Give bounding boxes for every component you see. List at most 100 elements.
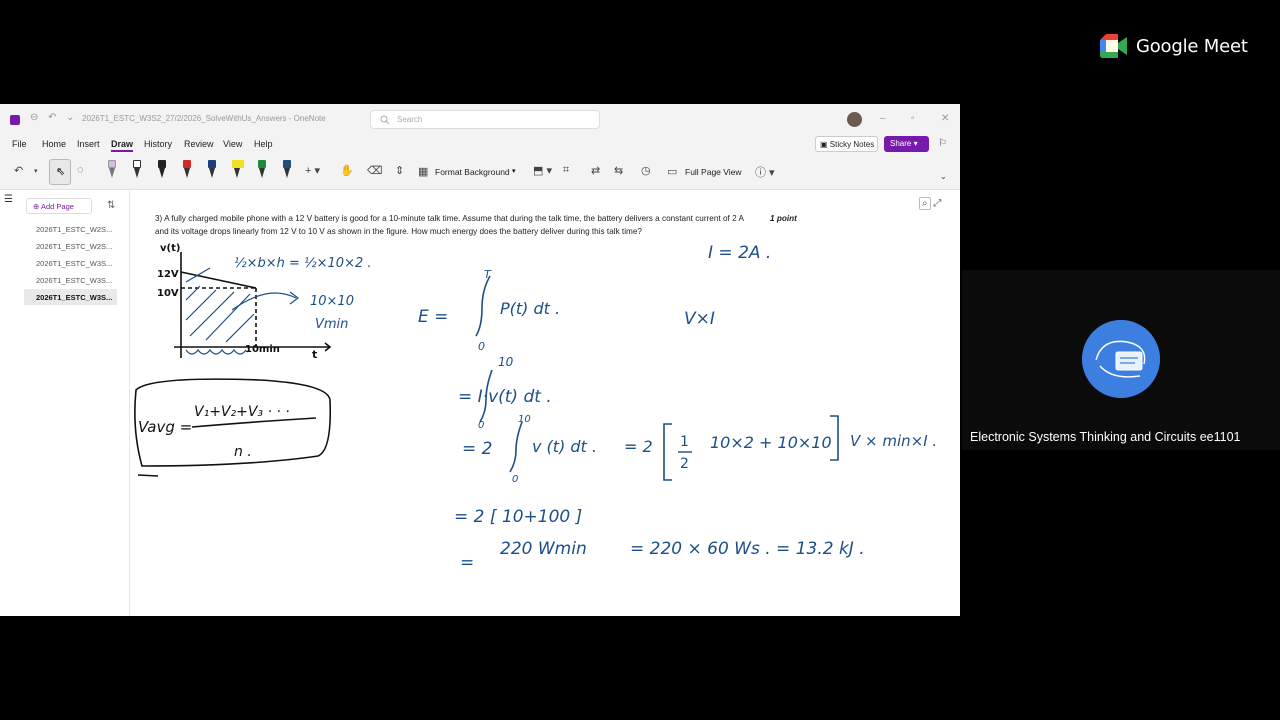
search-input[interactable]: Search <box>370 110 600 129</box>
draw-ribbon: ↶ ▾ ⇖ ◌ + ▾ ✋ ⌫ ⇕ ▦ Format Background ▾ … <box>0 154 960 190</box>
energy-line-2: = I·v(t) dt . <box>458 387 552 407</box>
energy-line-5b: 220 Wmin <box>500 539 587 559</box>
navigation-toggle-icon[interactable]: ☰ <box>4 194 13 205</box>
menu-help[interactable]: Help <box>254 139 273 149</box>
onenote-app-icon <box>10 115 20 125</box>
integral-upper-10: 10 <box>498 355 514 369</box>
vavg-denominator: n . <box>234 444 252 460</box>
undo-icon[interactable]: ↶ <box>14 164 23 177</box>
minimize-icon[interactable]: – <box>880 113 886 124</box>
integral-sign-3 <box>509 421 523 473</box>
hand-icon[interactable]: ✋ <box>340 164 354 177</box>
participant-avatar <box>1082 320 1160 398</box>
figure-y-label: v(t) <box>160 243 180 254</box>
energy-eq: E = <box>418 307 448 327</box>
menu-home[interactable]: Home <box>42 139 66 149</box>
energy-line-3a: = 2 <box>462 439 492 459</box>
format-background-label: Format Background <box>435 167 510 177</box>
integral-upper-T: T <box>484 268 492 281</box>
add-pen-icon[interactable]: + ▾ <box>305 164 320 177</box>
screen: Google Meet Electronic Systems Thinking … <box>0 0 1280 720</box>
sticky-notes-icon: ▣ <box>820 140 828 149</box>
page-item[interactable]: 2026T1_ESTC_W3S... <box>24 272 117 288</box>
page-item[interactable]: 2026T1_ESTC_W2S... <box>24 221 117 237</box>
chevron-down-icon: ▾ <box>913 139 918 148</box>
back-icon[interactable]: ⊖ <box>30 112 38 123</box>
close-icon[interactable]: ✕ <box>941 113 949 124</box>
menu-review[interactable]: Review <box>184 139 214 149</box>
maximize-icon[interactable]: ▫ <box>911 113 915 124</box>
ink-to-math-icon[interactable]: ⇆ <box>614 164 623 177</box>
integral-3-upper-10: 10 <box>518 414 531 425</box>
figure-t-label: t <box>312 348 317 361</box>
profile-avatar[interactable] <box>847 112 862 127</box>
replay-icon[interactable]: ◷ <box>641 164 651 177</box>
menu-history[interactable]: History <box>144 139 172 149</box>
participant-tile[interactable]: Electronic Systems Thinking and Circuits… <box>962 270 1280 450</box>
rect-area: 10×10 <box>310 294 354 309</box>
share-button[interactable]: Share ▾ <box>884 136 929 152</box>
pen-black[interactable] <box>156 158 168 186</box>
highlighter-yellow[interactable] <box>231 158 245 186</box>
pen-gray[interactable] <box>106 158 118 186</box>
integral-lower-0: 0 <box>478 340 485 353</box>
menu-file[interactable]: File <box>12 139 27 149</box>
eraser-icon[interactable]: ⌫ <box>367 164 383 177</box>
expand-ribbon-icon[interactable]: ⌄ <box>940 172 947 181</box>
sticky-notes-button[interactable]: ▣ Sticky Notes <box>815 136 878 152</box>
shapes-icon[interactable]: ⬒ ▾ <box>533 164 552 177</box>
background-icon: ▦ <box>418 166 429 178</box>
bracket-left <box>663 423 672 481</box>
pen-dark-blue[interactable] <box>281 158 293 186</box>
add-page-label: Add Page <box>40 202 74 211</box>
figure-10v-label: 10V <box>157 288 179 299</box>
format-background-button[interactable]: ▦ Format Background ▾ <box>418 162 524 182</box>
document-title: 2026T1_ESTC_W3S2_27/2/2026_SolveWithUs_A… <box>82 114 326 123</box>
page-item[interactable]: 2026T1_ESTC_W2S... <box>24 238 117 254</box>
title-bar: ⊖ ↶ ⌄ 2026T1_ESTC_W3S2_27/2/2026_SolveWi… <box>0 104 960 134</box>
undo-icon[interactable]: ↶ <box>48 112 56 123</box>
lasso-icon[interactable]: ◌ <box>77 164 84 176</box>
half-denominator: 2 <box>680 456 689 472</box>
energy-line-5a: = <box>460 553 474 573</box>
area-formula: ½×b×h = ½×10×2 . <box>234 256 372 271</box>
full-page-view-button[interactable]: ▭ Full Page View <box>667 162 747 182</box>
page-item-selected[interactable]: 2026T1_ESTC_W3S... <box>24 289 117 305</box>
pen-navy[interactable] <box>206 158 218 186</box>
google-meet-logo-icon <box>1100 34 1128 58</box>
select-tool-button[interactable]: ⇖ <box>49 159 71 185</box>
integral-2-lower-0: 0 <box>478 420 484 431</box>
insert-space-icon[interactable]: ⇕ <box>395 164 404 177</box>
integral-sign-1 <box>475 275 491 337</box>
energy-line-3e: V × min×I . <box>850 432 937 450</box>
menu-view[interactable]: View <box>223 139 242 149</box>
menu-draw[interactable]: Draw <box>111 139 134 152</box>
add-page-icon: ⊕ <box>33 202 41 211</box>
current-value: I = 2A . <box>708 243 771 263</box>
ink-to-shape-icon[interactable]: ⌗ <box>563 164 569 177</box>
google-meet-brand-text: Google Meet <box>1136 35 1248 57</box>
quick-access-icon[interactable]: ⌄ <box>66 112 74 123</box>
note-canvas[interactable]: 3) A fully charged mobile phone with a 1… <box>130 190 960 616</box>
energy-line-3c: = 2 <box>624 437 653 456</box>
figure-12v-label: 12V <box>157 269 179 280</box>
feedback-icon[interactable]: ⚐ <box>938 138 947 149</box>
ink-layer: v(t) 12V 10V 10min t ½×b×h = ½×10×2 . 10… <box>134 243 937 573</box>
cursor-icon: ⇖ <box>56 166 66 178</box>
ink-to-text-icon[interactable]: ⇄ <box>591 164 600 177</box>
sort-icon[interactable]: ⇅ <box>107 200 115 211</box>
pen-green[interactable] <box>256 158 268 186</box>
menu-bar: File Home Insert Draw History Review Vie… <box>0 134 960 154</box>
page-item[interactable]: 2026T1_ESTC_W3S... <box>24 255 117 271</box>
menu-insert[interactable]: Insert <box>77 139 100 149</box>
full-page-view-label: Full Page View <box>685 167 742 177</box>
share-label: Share <box>890 139 912 148</box>
rect-unit: Vmin <box>315 317 348 332</box>
pen-outline[interactable] <box>131 158 143 186</box>
add-page-button[interactable]: ⊕ Add Page <box>26 198 92 214</box>
help-icon[interactable]: ⓘ ▾ <box>755 164 775 180</box>
chevron-down-icon[interactable]: ▾ <box>34 167 38 175</box>
pen-red[interactable] <box>181 158 193 186</box>
energy-line-3b: v (t) dt . <box>532 437 597 456</box>
integral-3-lower-0: 0 <box>512 474 518 485</box>
